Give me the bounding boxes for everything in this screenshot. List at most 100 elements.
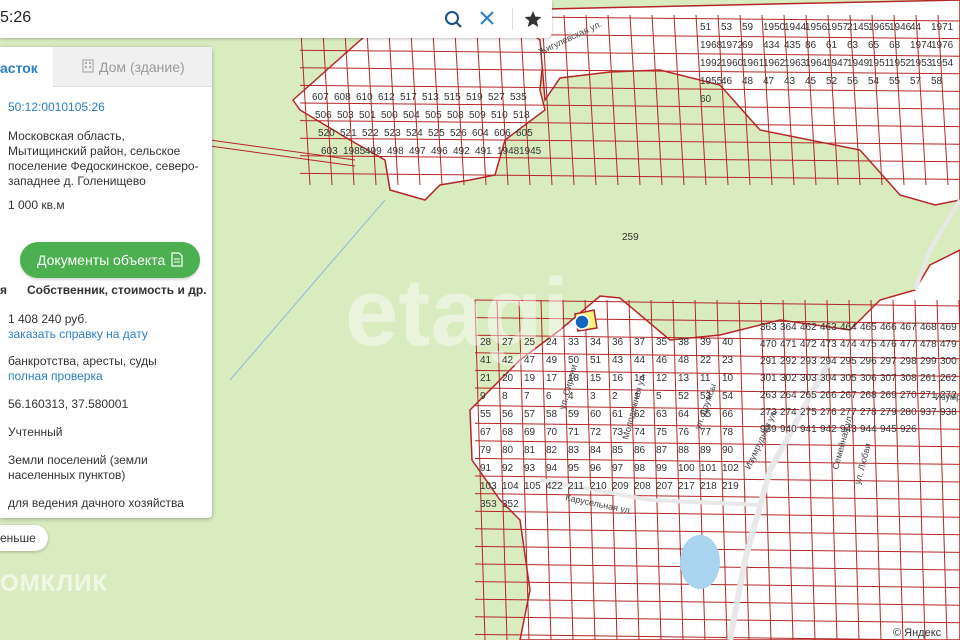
parcel-number: 80	[502, 445, 514, 456]
parcel-number: 67	[480, 427, 492, 438]
parcel-number: 3	[590, 391, 596, 402]
parcel-number: 1957	[826, 22, 849, 33]
parcel-number: 33	[568, 337, 580, 348]
parcel-number: 66	[722, 409, 734, 420]
address-line: Мытищинский район, сельское	[8, 144, 181, 158]
parcel-number: 517	[400, 92, 417, 103]
parcel-number: 308	[900, 373, 917, 384]
parcel-number: 93	[524, 463, 536, 474]
parcel-number: 1985	[343, 146, 366, 157]
parcel-number: 435	[784, 40, 801, 51]
parcel-number: 1972	[721, 40, 744, 51]
parcel-number: 219	[722, 481, 739, 492]
parcel-number: 274	[780, 407, 797, 418]
parcel-number: 210	[590, 481, 607, 492]
parcel-number: 462	[800, 322, 817, 333]
parcel-number: 926	[900, 424, 917, 435]
street-label: Изумрудная ул.	[935, 392, 960, 402]
address-line: западнее д. Голенищево	[8, 174, 146, 188]
star-icon[interactable]	[523, 9, 543, 29]
parcel-number: 504	[403, 110, 420, 121]
parcel-number: 81	[524, 445, 536, 456]
parcel-number: 1964	[805, 58, 828, 69]
parcel-number: 524	[406, 128, 423, 139]
parcel-number: 24	[546, 337, 558, 348]
parcel-number: 522	[362, 128, 379, 139]
parcel-number: 306	[860, 373, 877, 384]
parcel-number: 510	[491, 110, 508, 121]
parcel-number: 91	[480, 463, 492, 474]
coordinates-value: 56.160313, 37.580001	[8, 397, 129, 411]
tab-building[interactable]: Дом (здание)	[53, 47, 212, 87]
land-category: Земли поселений (земли населенных пункто…	[8, 453, 148, 483]
parcel-number: 479	[940, 339, 957, 350]
parcel-number: 65	[868, 40, 880, 51]
close-icon[interactable]	[478, 9, 496, 27]
parcel-number: 478	[920, 339, 937, 350]
parcel-number: 88	[678, 445, 690, 456]
parcel-number: 94	[546, 463, 558, 474]
parcel-number: 518	[513, 110, 530, 121]
parcel-number: 294	[820, 356, 837, 367]
parcel-number: 86	[634, 445, 646, 456]
parcel-number: 46	[721, 76, 733, 87]
parcel-number: 48	[742, 76, 754, 87]
parcel-number: 101	[700, 463, 717, 474]
info-panel: асток Дом (здание) 50:12:0010105:26 Моск…	[0, 47, 212, 518]
parcel-number: 25	[524, 337, 536, 348]
parcel-number: 48	[678, 355, 690, 366]
documents-button[interactable]: Документы объекта	[20, 242, 200, 278]
parcel-number: 945	[880, 424, 897, 435]
parcel-number: 54	[722, 391, 734, 402]
parcel-number: 34	[590, 337, 602, 348]
parcel-number: 520	[318, 128, 335, 139]
parcel-number: 85	[612, 445, 624, 456]
search-bar[interactable]: 5:26	[0, 0, 552, 38]
search-input[interactable]: 5:26	[0, 9, 31, 27]
parcel-number: 47	[524, 355, 536, 366]
parcel-number: 64	[678, 409, 690, 420]
parcel-number: 264	[780, 390, 797, 401]
parcel-number: 20	[502, 373, 514, 384]
search-icon[interactable]	[444, 10, 462, 28]
tab-bar: асток Дом (здание)	[0, 47, 212, 87]
parcel-number: 940	[780, 424, 797, 435]
show-less-button[interactable]: еньше	[0, 525, 48, 551]
tab-land-plot[interactable]: асток	[0, 47, 53, 87]
parcel-number: 499	[365, 146, 382, 157]
parcel-number: 57	[524, 409, 536, 420]
parcel-number: 59	[568, 409, 580, 420]
parcel-number: 263	[760, 390, 777, 401]
status-value: Учтенный	[8, 425, 63, 439]
parcel-number: 41	[480, 355, 492, 366]
parcel-number: 1956	[805, 22, 828, 33]
parcel-number: 36	[612, 337, 624, 348]
parcel-number: 7	[524, 391, 530, 402]
parcel-number: 75	[656, 427, 668, 438]
parcel-number: 1950	[763, 22, 786, 33]
parcel-number: 261	[920, 373, 937, 384]
parcel-number: 71	[568, 427, 580, 438]
parcel-number: 1954	[931, 58, 954, 69]
cadastral-number-link[interactable]: 50:12:0010105:26	[8, 100, 105, 114]
location-marker-icon[interactable]	[574, 314, 590, 330]
parcel-number: 96	[590, 463, 602, 474]
parcel-number: 526	[450, 128, 467, 139]
parcel-number: 500	[381, 110, 398, 121]
parcel-number: 40	[722, 337, 734, 348]
parcel-number: 1945	[519, 146, 542, 157]
parcel-number: 42	[502, 355, 514, 366]
parcel-number: 267	[840, 390, 857, 401]
show-less-label: еньше	[0, 531, 36, 545]
parcel-number: 605	[516, 128, 533, 139]
parcel-number: 52	[826, 76, 838, 87]
parcel-number: 15	[590, 373, 602, 384]
order-certificate-link[interactable]: заказать справку на дату	[8, 327, 148, 341]
parcel-number: 295	[840, 356, 857, 367]
parcel-number: 17	[546, 373, 558, 384]
parcel-number: 72	[590, 427, 602, 438]
parcel-number: 471	[780, 339, 797, 350]
parcel-number: 1947	[826, 58, 849, 69]
pond	[680, 535, 720, 589]
full-check-link[interactable]: полная проверка	[8, 369, 103, 383]
